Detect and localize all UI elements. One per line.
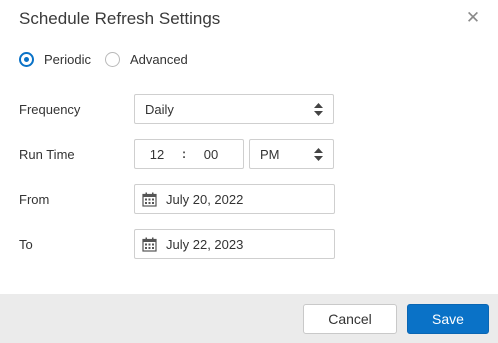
from-date-field[interactable]: July 20, 2022	[134, 184, 335, 214]
run-time-label: Run Time	[19, 146, 75, 162]
run-time-row: Run Time 12 : 00 PM	[19, 139, 334, 169]
from-row: From July 20, 2022	[19, 184, 335, 214]
time-input: 12 : 00	[134, 139, 244, 169]
frequency-row: Frequency Daily	[19, 94, 334, 124]
save-button[interactable]: Save	[407, 304, 489, 334]
radio-periodic[interactable]: Periodic	[19, 51, 91, 67]
to-date-field[interactable]: July 22, 2023	[134, 229, 335, 259]
radio-advanced-label: Advanced	[129, 51, 188, 67]
minute-input[interactable]: 00	[189, 147, 233, 162]
meridiem-select[interactable]: PM	[249, 139, 334, 169]
radio-periodic-label: Periodic	[44, 51, 91, 67]
close-icon[interactable]: ✕	[464, 8, 482, 28]
calendar-icon[interactable]	[142, 192, 157, 207]
dialog-title: Schedule Refresh Settings	[19, 9, 221, 28]
mode-radio-group: Periodic Advanced	[19, 50, 202, 68]
frequency-value: Daily	[145, 101, 174, 117]
to-label: To	[19, 236, 33, 252]
radio-unchecked-icon	[104, 51, 120, 67]
radio-checked-icon	[19, 51, 34, 67]
calendar-icon[interactable]	[142, 237, 157, 252]
from-date-value: July 20, 2022	[166, 191, 244, 207]
frequency-select[interactable]: Daily	[134, 94, 334, 124]
radio-advanced[interactable]: Advanced	[104, 51, 188, 67]
to-row: To July 22, 2023	[19, 229, 335, 259]
sort-arrows-icon	[314, 148, 323, 161]
meridiem-value: PM	[260, 146, 280, 162]
cancel-button[interactable]: Cancel	[303, 304, 397, 334]
schedule-refresh-dialog: Schedule Refresh Settings ✕ Periodic Adv…	[0, 0, 498, 343]
frequency-label: Frequency	[19, 101, 81, 117]
time-separator: :	[181, 145, 187, 161]
from-label: From	[19, 191, 50, 207]
to-date-value: July 22, 2023	[166, 236, 244, 252]
dialog-footer: Cancel Save	[0, 294, 498, 343]
hour-input[interactable]: 12	[135, 147, 179, 162]
sort-arrows-icon	[314, 103, 323, 116]
